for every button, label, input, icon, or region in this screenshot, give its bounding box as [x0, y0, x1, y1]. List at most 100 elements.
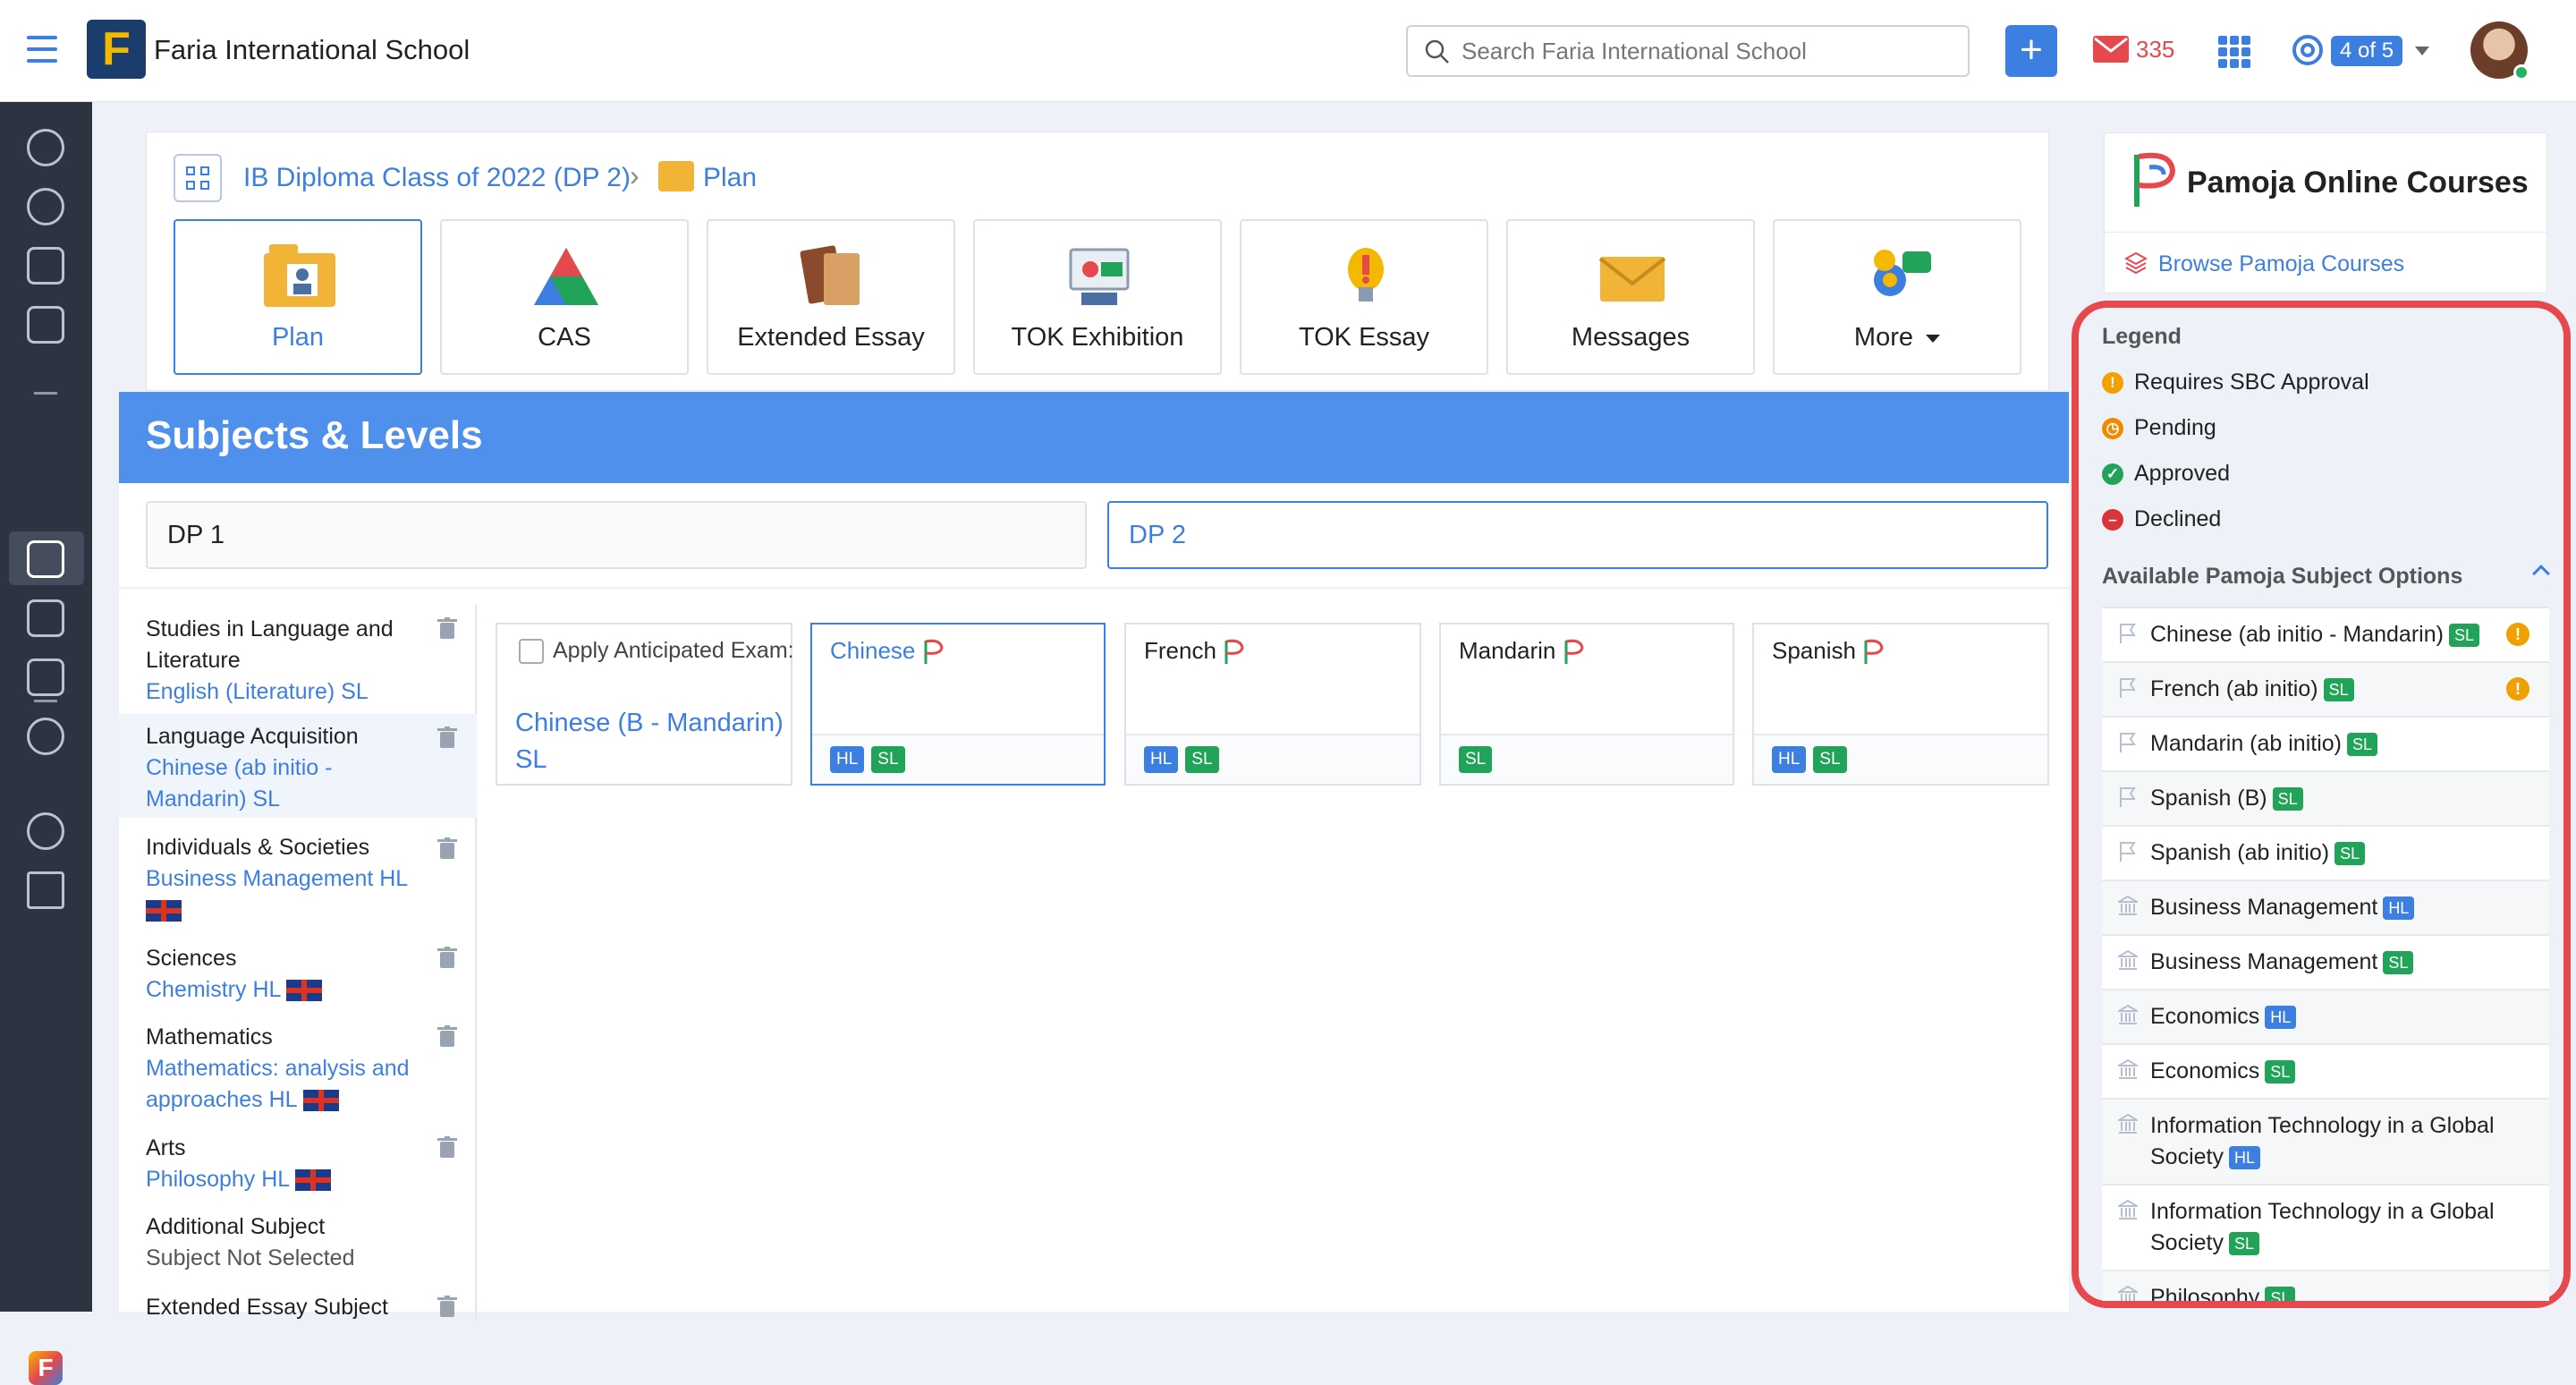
tile-tok-essay[interactable]: TOK Essay: [1240, 219, 1488, 375]
legend-label: Declined: [2134, 506, 2222, 531]
group-individuals-societies[interactable]: Individuals & Societies Business Managem…: [119, 825, 477, 932]
group-mathematics[interactable]: Mathematics Mathematics: analysis and ap…: [119, 1015, 477, 1126]
group-value[interactable]: Business Management HL: [146, 863, 477, 895]
group-value[interactable]: Subject Not Selected: [146, 1243, 477, 1274]
option-card-spanish[interactable]: Spanish HL SL: [1752, 623, 2049, 786]
anticipated-exam-checkbox[interactable]: [519, 639, 544, 664]
group-category: Mathematics: [146, 1024, 273, 1049]
flag-icon: [2120, 787, 2136, 807]
trash-icon[interactable]: [437, 726, 457, 748]
grid-menu-icon[interactable]: [174, 154, 222, 202]
pamoja-option-row[interactable]: Information Technology in a Global Socie…: [2102, 1185, 2549, 1271]
anticipated-exam-value[interactable]: Chinese (B - Mandarin) SL: [515, 705, 784, 778]
available-options-header[interactable]: Available Pamoja Subject Options: [2102, 564, 2553, 590]
group-language-literature[interactable]: Studies in Language and Literature Engli…: [119, 605, 477, 712]
option-card-mandarin[interactable]: Mandarin SL: [1439, 623, 1734, 786]
help-lifebuoy-icon[interactable]: [2292, 34, 2324, 66]
sl-badge[interactable]: SL: [1813, 746, 1847, 773]
mail-icon[interactable]: [2093, 36, 2129, 63]
tile-extended-essay[interactable]: Extended Essay: [707, 219, 955, 375]
chevron-down-icon[interactable]: [2415, 47, 2429, 55]
nav-divider-2: [34, 700, 57, 702]
group-value[interactable]: Mathematics: analysis and approaches HL: [146, 1056, 410, 1112]
users-icon[interactable]: [27, 718, 64, 755]
help-counter-badge[interactable]: 4 of 5: [2331, 36, 2403, 66]
breadcrumb-plan-link[interactable]: Plan: [703, 163, 757, 193]
group-additional-subject[interactable]: Additional Subject Subject Not Selected: [119, 1206, 477, 1285]
warning-icon: !: [2506, 677, 2529, 701]
option-name-text: Chinese: [830, 637, 916, 664]
group-category: Extended Essay Subject: [146, 1295, 388, 1320]
school-logo[interactable]: F: [87, 20, 146, 79]
option-card-chinese[interactable]: Chinese HL SL: [810, 623, 1106, 786]
pamoja-option-row[interactable]: Economics SL: [2102, 1045, 2549, 1100]
trash-icon[interactable]: [437, 617, 457, 639]
hl-badge[interactable]: HL: [830, 746, 865, 773]
network-users-icon[interactable]: [27, 812, 64, 850]
add-button[interactable]: +: [2005, 25, 2057, 77]
chevron-up-icon[interactable]: [2532, 565, 2550, 582]
tile-tok-exhibition[interactable]: TOK Exhibition: [973, 219, 1222, 375]
tile-plan[interactable]: Plan: [174, 219, 422, 375]
search-input[interactable]: Search Faria International School: [1406, 25, 1970, 77]
search-icon: [1425, 39, 1449, 64]
trash-icon[interactable]: [437, 947, 457, 968]
tile-extended-essay-label: Extended Essay: [737, 323, 925, 352]
trash-icon[interactable]: [437, 1296, 457, 1317]
sl-badge[interactable]: SL: [1185, 746, 1219, 773]
dp-icon[interactable]: [27, 599, 64, 637]
briefcase-icon[interactable]: [27, 306, 64, 344]
hamburger-menu-icon[interactable]: [27, 36, 57, 63]
trash-icon[interactable]: [437, 837, 457, 859]
apps-grid-icon[interactable]: [2218, 36, 2250, 68]
tab-dp2[interactable]: DP 2: [1107, 501, 2048, 569]
analytics-icon[interactable]: [27, 871, 64, 909]
calendar-icon[interactable]: [27, 247, 64, 285]
pamoja-option-row[interactable]: Mandarin (ab initio) SL: [2102, 718, 2549, 772]
option-name: Economics: [2150, 1058, 2260, 1083]
group-value[interactable]: Philosophy HL: [146, 1167, 289, 1192]
list-icon[interactable]: [27, 540, 64, 578]
institution-icon: [2118, 1114, 2138, 1134]
pamoja-option-row[interactable]: Business Management SL: [2102, 936, 2549, 990]
pamoja-option-row[interactable]: Information Technology in a Global Socie…: [2102, 1100, 2549, 1185]
student-badge-icon[interactable]: [27, 659, 64, 696]
pamoja-option-row[interactable]: Spanish (ab initio) SL: [2102, 827, 2549, 881]
browse-pamoja-link[interactable]: Browse Pamoja Courses: [2158, 251, 2404, 277]
pamoja-option-row[interactable]: Business Management HL: [2102, 881, 2549, 936]
group-value[interactable]: English (Literature) SL: [146, 676, 477, 708]
trash-icon[interactable]: [437, 1025, 457, 1047]
warning-icon: !: [2506, 623, 2529, 646]
pamoja-option-row[interactable]: Spanish (B) SL: [2102, 772, 2549, 827]
pamoja-option-row[interactable]: Chinese (ab initio - Mandarin) SL!: [2102, 608, 2549, 663]
tile-more[interactable]: More: [1773, 219, 2021, 375]
pamoja-option-row[interactable]: Economics HL: [2102, 990, 2549, 1045]
envelope-icon: [1598, 257, 1666, 302]
dashboard-gauge-icon[interactable]: [27, 129, 64, 166]
mail-count[interactable]: 335: [2136, 36, 2174, 64]
top-bar: F Faria International School Search Fari…: [0, 0, 2576, 102]
hl-badge[interactable]: HL: [1772, 746, 1807, 773]
option-card-french[interactable]: French HL SL: [1124, 623, 1421, 786]
option-name: French (ab initio): [2150, 676, 2318, 701]
group-value[interactable]: Chinese (ab initio - Mandarin) SL: [146, 752, 396, 815]
plan-folder-icon: [658, 161, 694, 191]
faria-app-icon[interactable]: F: [29, 1351, 63, 1385]
tab-dp1[interactable]: DP 1: [146, 501, 1087, 569]
clock-icon[interactable]: [27, 188, 64, 225]
pamoja-option-row[interactable]: Philosophy SL: [2102, 1271, 2549, 1301]
group-extended-essay[interactable]: Extended Essay Subject: [119, 1287, 477, 1340]
school-name[interactable]: Faria International School: [154, 34, 470, 66]
group-value[interactable]: Chemistry HL: [146, 977, 281, 1002]
group-arts[interactable]: Arts Philosophy HL: [119, 1127, 477, 1206]
sl-badge[interactable]: SL: [1459, 746, 1493, 773]
group-language-acquisition[interactable]: Language Acquisition Chinese (ab initio …: [119, 714, 477, 818]
tile-messages[interactable]: Messages: [1506, 219, 1755, 375]
trash-icon[interactable]: [437, 1136, 457, 1158]
pamoja-option-row[interactable]: French (ab initio) SL!: [2102, 663, 2549, 718]
hl-badge[interactable]: HL: [1144, 746, 1179, 773]
sl-badge[interactable]: SL: [871, 746, 905, 773]
group-sciences[interactable]: Sciences Chemistry HL: [119, 936, 477, 1015]
tile-cas[interactable]: CAS: [440, 219, 689, 375]
breadcrumb-class-link[interactable]: IB Diploma Class of 2022 (DP 2): [243, 163, 631, 193]
